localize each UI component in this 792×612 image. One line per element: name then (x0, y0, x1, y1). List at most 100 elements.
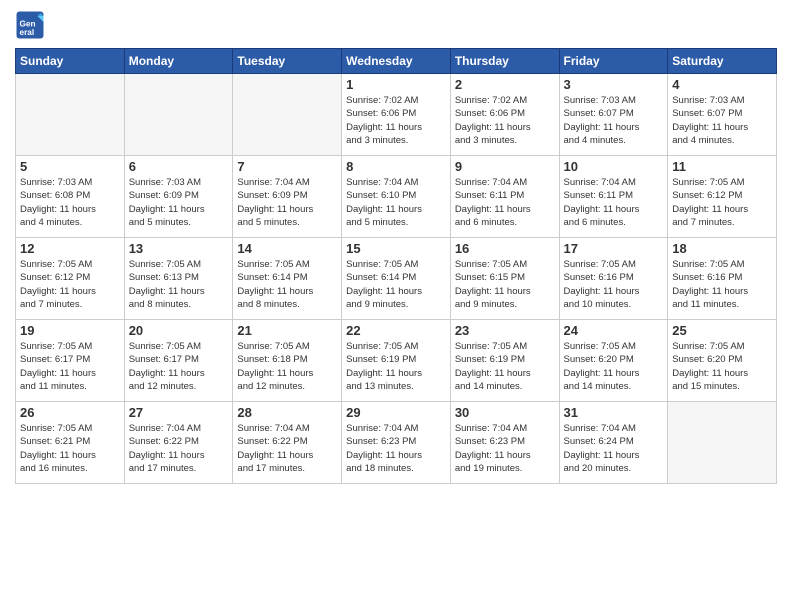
day-number: 20 (129, 323, 229, 338)
day-info: Sunrise: 7:05 AM Sunset: 6:21 PM Dayligh… (20, 422, 120, 475)
day-info: Sunrise: 7:05 AM Sunset: 6:13 PM Dayligh… (129, 258, 229, 311)
calendar-cell: 3Sunrise: 7:03 AM Sunset: 6:07 PM Daylig… (559, 74, 668, 156)
day-info: Sunrise: 7:04 AM Sunset: 6:24 PM Dayligh… (564, 422, 664, 475)
weekday-tuesday: Tuesday (233, 49, 342, 74)
calendar-cell (16, 74, 125, 156)
day-info: Sunrise: 7:05 AM Sunset: 6:16 PM Dayligh… (564, 258, 664, 311)
calendar-cell (668, 402, 777, 484)
calendar-cell: 19 Sunrise: 7:05 AM Sunset: 6:17 PM Dayli… (16, 320, 125, 402)
calendar-cell: 11 Sunrise: 7:05 AM Sunset: 6:12 PM Dayli… (668, 156, 777, 238)
day-info: Sunrise: 7:05 AM Sunset: 6:17 PM Dayligh… (20, 340, 120, 393)
weekday-sunday: Sunday (16, 49, 125, 74)
day-info: Sunrise: 7:03 AM Sunset: 6:09 PM Dayligh… (129, 176, 229, 229)
day-info: Sunrise: 7:05 AM Sunset: 6:19 PM Dayligh… (455, 340, 555, 393)
day-number: 25 (672, 323, 772, 338)
calendar-cell: 31 Sunrise: 7:04 AM Sunset: 6:24 PM Dayli… (559, 402, 668, 484)
header: Gen eral (15, 10, 777, 40)
day-number: 13 (129, 241, 229, 256)
calendar-cell: 22Sunrise: 7:05 AM Sunset: 6:19 PM Dayli… (342, 320, 451, 402)
calendar-cell: 29 Sunrise: 7:04 AM Sunset: 6:23 PM Dayli… (342, 402, 451, 484)
day-number: 22 (346, 323, 446, 338)
calendar-cell: 10 Sunrise: 7:04 AM Sunset: 6:11 PM Dayli… (559, 156, 668, 238)
day-info: Sunrise: 7:04 AM Sunset: 6:11 PM Dayligh… (455, 176, 555, 229)
week-row-1: 5Sunrise: 7:03 AM Sunset: 6:08 PM Daylig… (16, 156, 777, 238)
calendar-cell: 12 Sunrise: 7:05 AM Sunset: 6:12 PM Dayli… (16, 238, 125, 320)
day-info: Sunrise: 7:04 AM Sunset: 6:22 PM Dayligh… (129, 422, 229, 475)
calendar-cell: 14Sunrise: 7:05 AM Sunset: 6:14 PM Dayli… (233, 238, 342, 320)
weekday-wednesday: Wednesday (342, 49, 451, 74)
calendar-table: SundayMondayTuesdayWednesdayThursdayFrid… (15, 48, 777, 484)
day-number: 28 (237, 405, 337, 420)
day-number: 9 (455, 159, 555, 174)
calendar-cell: 18Sunrise: 7:05 AM Sunset: 6:16 PM Dayli… (668, 238, 777, 320)
day-info: Sunrise: 7:04 AM Sunset: 6:09 PM Dayligh… (237, 176, 337, 229)
day-info: Sunrise: 7:02 AM Sunset: 6:06 PM Dayligh… (346, 94, 446, 147)
day-number: 29 (346, 405, 446, 420)
calendar-cell: 30 Sunrise: 7:04 AM Sunset: 6:23 PM Dayli… (450, 402, 559, 484)
day-info: Sunrise: 7:05 AM Sunset: 6:15 PM Dayligh… (455, 258, 555, 311)
day-info: Sunrise: 7:03 AM Sunset: 6:08 PM Dayligh… (20, 176, 120, 229)
calendar-cell: 6 Sunrise: 7:03 AM Sunset: 6:09 PM Daylig… (124, 156, 233, 238)
calendar-cell: 9 Sunrise: 7:04 AM Sunset: 6:11 PM Daylig… (450, 156, 559, 238)
day-number: 18 (672, 241, 772, 256)
calendar-cell: 5Sunrise: 7:03 AM Sunset: 6:08 PM Daylig… (16, 156, 125, 238)
day-number: 12 (20, 241, 120, 256)
day-info: Sunrise: 7:04 AM Sunset: 6:10 PM Dayligh… (346, 176, 446, 229)
day-info: Sunrise: 7:05 AM Sunset: 6:12 PM Dayligh… (672, 176, 772, 229)
calendar-cell: 27 Sunrise: 7:04 AM Sunset: 6:22 PM Dayli… (124, 402, 233, 484)
day-info: Sunrise: 7:05 AM Sunset: 6:18 PM Dayligh… (237, 340, 337, 393)
calendar-cell: 21 Sunrise: 7:05 AM Sunset: 6:18 PM Dayli… (233, 320, 342, 402)
calendar-cell: 7 Sunrise: 7:04 AM Sunset: 6:09 PM Daylig… (233, 156, 342, 238)
day-info: Sunrise: 7:04 AM Sunset: 6:11 PM Dayligh… (564, 176, 664, 229)
calendar-cell: 25Sunrise: 7:05 AM Sunset: 6:20 PM Dayli… (668, 320, 777, 402)
weekday-friday: Friday (559, 49, 668, 74)
day-number: 17 (564, 241, 664, 256)
week-row-0: 1 Sunrise: 7:02 AM Sunset: 6:06 PM Daylig… (16, 74, 777, 156)
day-number: 16 (455, 241, 555, 256)
day-number: 31 (564, 405, 664, 420)
weekday-header-row: SundayMondayTuesdayWednesdayThursdayFrid… (16, 49, 777, 74)
page: Gen eral SundayMondayTuesdayWednesdayThu… (0, 0, 792, 612)
calendar-cell: 26 Sunrise: 7:05 AM Sunset: 6:21 PM Dayli… (16, 402, 125, 484)
svg-text:eral: eral (20, 28, 35, 37)
day-number: 27 (129, 405, 229, 420)
logo-icon: Gen eral (15, 10, 45, 40)
day-number: 30 (455, 405, 555, 420)
weekday-thursday: Thursday (450, 49, 559, 74)
day-number: 11 (672, 159, 772, 174)
day-info: Sunrise: 7:04 AM Sunset: 6:23 PM Dayligh… (346, 422, 446, 475)
day-info: Sunrise: 7:05 AM Sunset: 6:20 PM Dayligh… (564, 340, 664, 393)
logo: Gen eral (15, 10, 49, 40)
calendar-cell: 24 Sunrise: 7:05 AM Sunset: 6:20 PM Dayli… (559, 320, 668, 402)
calendar-cell (233, 74, 342, 156)
day-number: 19 (20, 323, 120, 338)
calendar-cell: 16 Sunrise: 7:05 AM Sunset: 6:15 PM Dayli… (450, 238, 559, 320)
day-number: 10 (564, 159, 664, 174)
day-info: Sunrise: 7:03 AM Sunset: 6:07 PM Dayligh… (564, 94, 664, 147)
day-number: 2 (455, 77, 555, 92)
day-info: Sunrise: 7:05 AM Sunset: 6:14 PM Dayligh… (237, 258, 337, 311)
day-number: 8 (346, 159, 446, 174)
day-info: Sunrise: 7:04 AM Sunset: 6:23 PM Dayligh… (455, 422, 555, 475)
day-info: Sunrise: 7:03 AM Sunset: 6:07 PM Dayligh… (672, 94, 772, 147)
day-info: Sunrise: 7:05 AM Sunset: 6:17 PM Dayligh… (129, 340, 229, 393)
calendar-cell: 20 Sunrise: 7:05 AM Sunset: 6:17 PM Dayli… (124, 320, 233, 402)
weekday-monday: Monday (124, 49, 233, 74)
day-number: 24 (564, 323, 664, 338)
calendar-cell (124, 74, 233, 156)
calendar-cell: 1 Sunrise: 7:02 AM Sunset: 6:06 PM Daylig… (342, 74, 451, 156)
day-number: 1 (346, 77, 446, 92)
day-number: 26 (20, 405, 120, 420)
weekday-saturday: Saturday (668, 49, 777, 74)
calendar-cell: 4Sunrise: 7:03 AM Sunset: 6:07 PM Daylig… (668, 74, 777, 156)
day-info: Sunrise: 7:05 AM Sunset: 6:14 PM Dayligh… (346, 258, 446, 311)
day-number: 21 (237, 323, 337, 338)
day-number: 15 (346, 241, 446, 256)
calendar-cell: 2Sunrise: 7:02 AM Sunset: 6:06 PM Daylig… (450, 74, 559, 156)
day-info: Sunrise: 7:05 AM Sunset: 6:12 PM Dayligh… (20, 258, 120, 311)
week-row-2: 12 Sunrise: 7:05 AM Sunset: 6:12 PM Dayli… (16, 238, 777, 320)
day-number: 7 (237, 159, 337, 174)
day-number: 6 (129, 159, 229, 174)
day-info: Sunrise: 7:04 AM Sunset: 6:22 PM Dayligh… (237, 422, 337, 475)
calendar-cell: 28 Sunrise: 7:04 AM Sunset: 6:22 PM Dayli… (233, 402, 342, 484)
